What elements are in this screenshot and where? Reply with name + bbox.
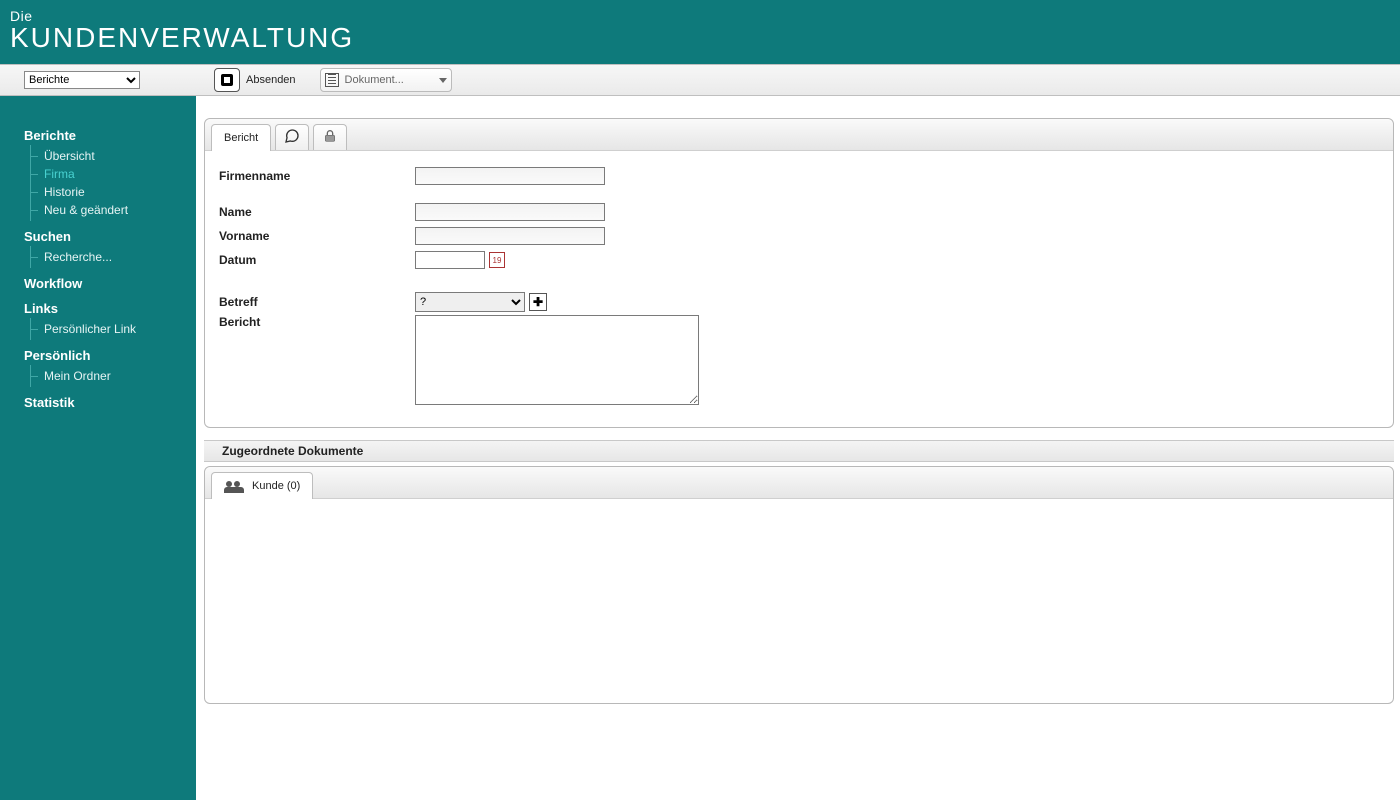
- speech-bubble-icon: [284, 128, 300, 147]
- select-betreff[interactable]: ?: [415, 292, 525, 312]
- sidebar-item-uebersicht[interactable]: Übersicht: [24, 147, 186, 165]
- toolbar: Berichte Absenden Dokument...: [0, 64, 1400, 96]
- tab-kunde-label: Kunde (0): [252, 480, 300, 492]
- app-header: Die KUNDENVERWALTUNG: [0, 0, 1400, 64]
- label-bericht: Bericht: [219, 315, 415, 329]
- absenden-label: Absenden: [246, 74, 296, 86]
- lock-icon: [322, 128, 338, 147]
- tab-comments[interactable]: [275, 124, 309, 150]
- document-list-icon: [325, 73, 339, 87]
- plus-icon: ✚: [533, 295, 543, 309]
- section-zugeordnete-dokumente: Zugeordnete Dokumente: [204, 440, 1394, 462]
- save-icon: [221, 74, 233, 86]
- label-firmenname: Firmenname: [219, 169, 415, 183]
- sidebar-cat-links[interactable]: Links: [24, 301, 186, 316]
- form-area: Firmenname Name Vorname Datum: [205, 151, 1393, 427]
- top-module-select[interactable]: Berichte: [24, 71, 140, 89]
- sidebar-cat-statistik[interactable]: Statistik: [24, 395, 186, 410]
- people-icon: [224, 479, 244, 493]
- sidebar-item-recherche[interactable]: Recherche...: [24, 248, 186, 266]
- sidebar-cat-workflow[interactable]: Workflow: [24, 276, 186, 291]
- sidebar-item-historie[interactable]: Historie: [24, 183, 186, 201]
- label-betreff: Betreff: [219, 295, 415, 309]
- chevron-down-icon: [439, 78, 447, 83]
- textarea-bericht[interactable]: [415, 315, 699, 405]
- sidebar-item-neu-geaendert[interactable]: Neu & geändert: [24, 201, 186, 219]
- sidebar-item-mein-ordner[interactable]: Mein Ordner: [24, 367, 186, 385]
- input-name[interactable]: [415, 203, 605, 221]
- tab-kunde[interactable]: Kunde (0): [211, 472, 313, 499]
- sidebar: Berichte Übersicht Firma Historie Neu & …: [0, 96, 196, 800]
- absenden-group: Absenden: [214, 68, 296, 92]
- dokument-dropdown-label: Dokument...: [345, 74, 433, 86]
- tab-lock[interactable]: [313, 124, 347, 150]
- form-tabs: Bericht: [205, 119, 1393, 151]
- main: Bericht Firmenname: [196, 96, 1400, 800]
- documents-panel: Kunde (0): [204, 466, 1394, 704]
- sidebar-item-firma[interactable]: Firma: [24, 165, 186, 183]
- tab-bericht[interactable]: Bericht: [211, 124, 271, 151]
- layout: Berichte Übersicht Firma Historie Neu & …: [0, 96, 1400, 800]
- dokument-dropdown[interactable]: Dokument...: [320, 68, 452, 92]
- input-vorname[interactable]: [415, 227, 605, 245]
- input-firmenname[interactable]: [415, 167, 605, 185]
- sidebar-cat-persoenlich[interactable]: Persönlich: [24, 348, 186, 363]
- date-picker-button[interactable]: 19: [489, 252, 505, 268]
- sidebar-cat-berichte[interactable]: Berichte: [24, 128, 186, 143]
- sidebar-cat-suchen[interactable]: Suchen: [24, 229, 186, 244]
- documents-tabs: Kunde (0): [205, 467, 1393, 499]
- calendar-icon: 19: [493, 256, 502, 265]
- label-vorname: Vorname: [219, 229, 415, 243]
- label-name: Name: [219, 205, 415, 219]
- header-title: KUNDENVERWALTUNG: [10, 22, 1390, 54]
- label-datum: Datum: [219, 253, 415, 267]
- add-betreff-button[interactable]: ✚: [529, 293, 547, 311]
- toolbar-left: Berichte: [0, 71, 196, 89]
- form-panel: Bericht Firmenname: [204, 118, 1394, 428]
- sidebar-item-persoenlicher-link[interactable]: Persönlicher Link: [24, 320, 186, 338]
- absenden-button[interactable]: [214, 68, 240, 92]
- input-datum[interactable]: [415, 251, 485, 269]
